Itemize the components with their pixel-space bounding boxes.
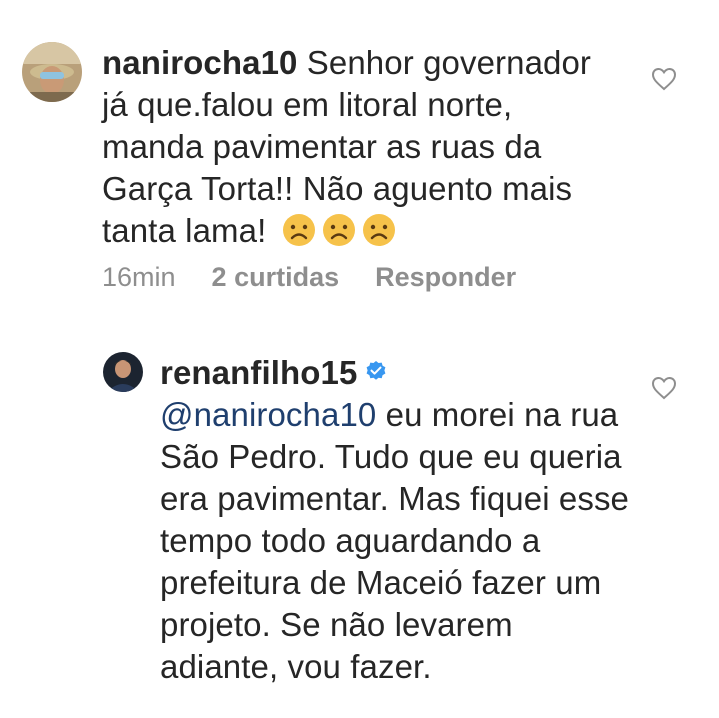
comment-renanfilho15: renanfilho15 @nanirocha10 eu morei na ru…	[0, 340, 719, 718]
frowning-face-icon	[322, 214, 355, 246]
like-heart-icon[interactable]	[651, 67, 677, 91]
mention-link[interactable]: @nanirocha10	[160, 396, 376, 433]
comment-body: nanirocha10 Senhor governador já que.fal…	[102, 42, 622, 252]
avatar[interactable]	[103, 352, 143, 392]
likes-count-link[interactable]: 2 curtidas	[212, 262, 340, 293]
emoji-group	[272, 212, 401, 249]
comment-meta: 16min 2 curtidas Responder	[102, 262, 516, 293]
comment-body: renanfilho15 @nanirocha10 eu morei na ru…	[160, 352, 630, 688]
frowning-face-icon	[362, 214, 395, 246]
avatar[interactable]	[22, 42, 82, 102]
like-heart-icon[interactable]	[651, 376, 677, 400]
comment-nanirocha10: nanirocha10 Senhor governador já que.fal…	[0, 0, 719, 320]
comment-username[interactable]: nanirocha10	[102, 44, 298, 81]
comment-time: 16min	[102, 262, 176, 292]
comment-username[interactable]: renanfilho15	[160, 354, 357, 391]
reply-button[interactable]: Responder	[375, 262, 516, 293]
verified-badge-icon	[367, 361, 386, 380]
frowning-face-icon	[282, 214, 315, 246]
comment-text: eu morei na rua São Pedro. Tudo que eu q…	[160, 396, 629, 685]
